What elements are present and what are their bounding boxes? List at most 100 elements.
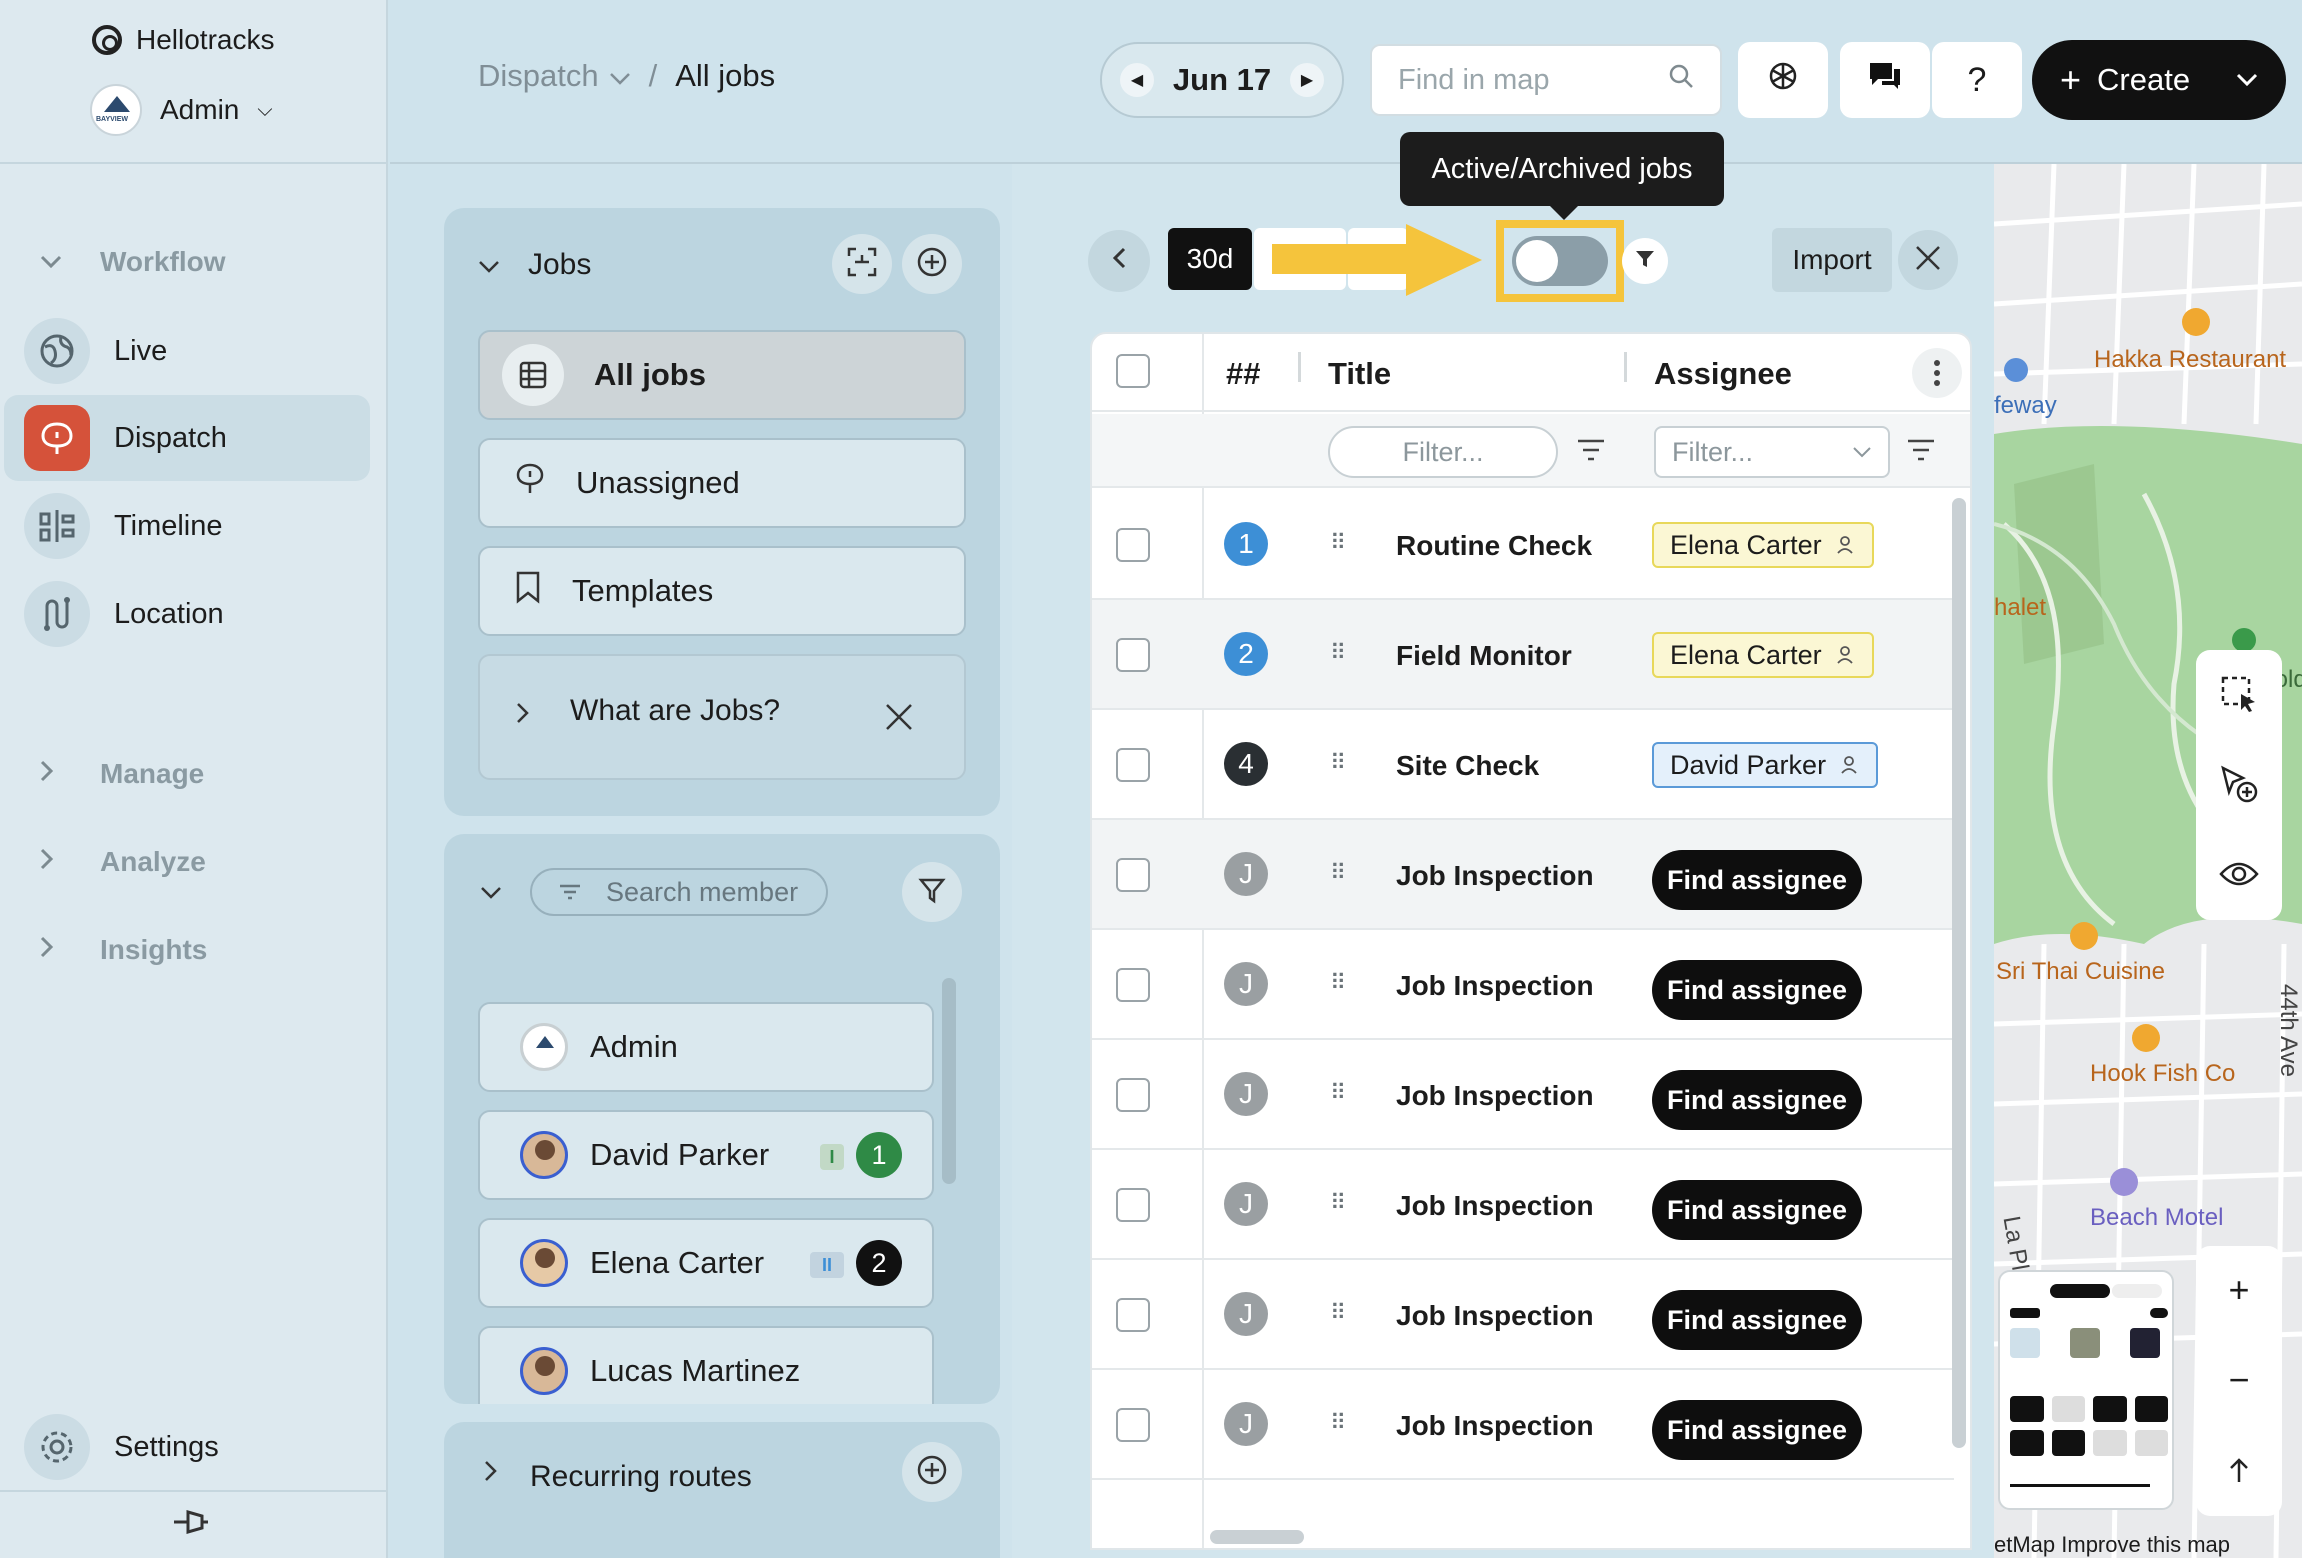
member-item[interactable]: Lucas Martinez (478, 1326, 934, 1404)
job-title[interactable]: Job Inspection (1396, 1410, 1594, 1442)
previous-day-button[interactable]: ◀ (1120, 63, 1154, 97)
map-search-input[interactable]: Find in map (1370, 44, 1722, 116)
layer-icon[interactable] (2051, 1430, 2085, 1456)
jobs-nav-templates[interactable]: Templates (478, 546, 966, 636)
drag-handle-icon[interactable]: ⠿ (1330, 1300, 1348, 1326)
jobs-nav-all[interactable]: All jobs (478, 330, 966, 420)
row-checkbox[interactable] (1116, 1408, 1150, 1442)
job-title[interactable]: Job Inspection (1396, 970, 1594, 1002)
member-filter-button[interactable] (902, 862, 962, 922)
row-checkbox[interactable] (1116, 1298, 1150, 1332)
drag-handle-icon[interactable]: ⠿ (1330, 970, 1348, 996)
drag-handle-icon[interactable]: ⠿ (1330, 1190, 1348, 1216)
select-all-checkbox[interactable] (1116, 354, 1150, 388)
scan-jobs-button[interactable] (832, 234, 892, 294)
job-title[interactable]: Site Check (1396, 750, 1539, 782)
filter-lines-icon[interactable] (1576, 438, 1606, 467)
row-checkbox[interactable] (1116, 1078, 1150, 1112)
column-header-title[interactable]: Title (1328, 356, 1391, 392)
layer-icon[interactable] (2051, 1396, 2085, 1422)
job-title[interactable]: Job Inspection (1396, 1190, 1594, 1222)
row-checkbox[interactable] (1116, 638, 1150, 672)
job-title[interactable]: Job Inspection (1396, 860, 1594, 892)
sidebar-item-timeline[interactable]: Timeline (4, 483, 370, 569)
map-attribution[interactable]: etMap Improve this map (1994, 1532, 2302, 1558)
add-place-button[interactable] (2196, 740, 2282, 828)
layer-toggle[interactable] (2150, 1308, 2168, 1318)
help-button[interactable]: ? (1932, 42, 2022, 118)
nav-group-manage[interactable]: Manage (40, 758, 204, 790)
layer-thumb[interactable] (2130, 1328, 2160, 1358)
nav-group-analyze[interactable]: Analyze (40, 846, 206, 878)
layer-thumb[interactable] (2070, 1328, 2100, 1358)
table-row[interactable]: J ⠿ Job Inspection Find assignee (1092, 1150, 1954, 1260)
what-are-jobs-card[interactable]: What are Jobs? (478, 654, 966, 780)
table-row[interactable]: J ⠿ Job Inspection Find assignee (1092, 1040, 1954, 1150)
assignee-filter-select[interactable]: Filter... (1654, 426, 1890, 478)
range-30d-button[interactable]: 30d (1168, 228, 1252, 290)
lasso-select-button[interactable] (2196, 650, 2282, 738)
drag-handle-icon[interactable]: ⠿ (1330, 1080, 1348, 1106)
zoom-in-button[interactable]: + (2196, 1246, 2282, 1334)
jobs-nav-unassigned[interactable]: Unassigned (478, 438, 966, 528)
row-checkbox[interactable] (1116, 748, 1150, 782)
table-row[interactable]: J ⠿ Job Inspection Find assignee (1092, 930, 1954, 1040)
layer-thumb[interactable] (2010, 1328, 2040, 1358)
title-filter-input[interactable]: Filter... (1328, 426, 1558, 478)
messages-button[interactable] (1840, 42, 1930, 118)
create-button[interactable]: + Create (2032, 40, 2286, 120)
drag-handle-icon[interactable]: ⠿ (1330, 530, 1348, 556)
layer-icon[interactable] (2093, 1430, 2127, 1456)
table-horizontal-scrollbar[interactable] (1210, 1530, 1304, 1544)
find-assignee-button[interactable]: Find assignee (1652, 1290, 1862, 1350)
drag-handle-icon[interactable]: ⠿ (1330, 640, 1348, 666)
current-date[interactable]: Jun 17 (1173, 62, 1271, 98)
find-assignee-button[interactable]: Find assignee (1652, 1180, 1862, 1240)
jobs-panel-header[interactable]: Jobs (478, 248, 591, 282)
chevron-down-icon[interactable] (2236, 67, 2258, 93)
layer-icon[interactable] (2134, 1396, 2168, 1422)
job-title[interactable]: Routine Check (1396, 530, 1592, 562)
job-title[interactable]: Job Inspection (1396, 1080, 1594, 1112)
job-title[interactable]: Field Monitor (1396, 640, 1572, 672)
layer-icon[interactable] (2010, 1396, 2044, 1422)
row-checkbox[interactable] (1116, 968, 1150, 1002)
find-assignee-button[interactable]: Find assignee (1652, 960, 1862, 1020)
add-job-button[interactable] (902, 234, 962, 294)
drag-handle-icon[interactable]: ⠿ (1330, 750, 1348, 776)
sidebar-item-dispatch[interactable]: Dispatch (4, 395, 370, 481)
member-item[interactable]: David Parker I 1 (478, 1110, 934, 1200)
table-row[interactable]: 2 ⠿ Field Monitor Elena Carter (1092, 600, 1954, 710)
sidebar-item-location[interactable]: Location (4, 571, 370, 657)
table-options-button[interactable] (1912, 348, 1962, 398)
chevron-down-icon[interactable] (478, 248, 500, 282)
layer-icon[interactable] (2010, 1430, 2044, 1456)
collapse-table-button[interactable] (1088, 230, 1150, 292)
table-row[interactable]: J ⠿ Job Inspection Find assignee (1092, 1370, 1954, 1480)
add-route-button[interactable] (902, 1442, 962, 1502)
import-button[interactable]: Import (1772, 228, 1892, 292)
member-search-input[interactable]: Search member (530, 868, 828, 916)
column-header-number[interactable]: ## (1226, 356, 1260, 392)
breadcrumb-parent[interactable]: Dispatch (478, 58, 599, 94)
account-switcher[interactable]: Admin ⌵ (90, 84, 273, 136)
layer-tab[interactable] (2050, 1284, 2110, 1298)
find-assignee-button[interactable]: Find assignee (1652, 1070, 1862, 1130)
drag-handle-icon[interactable]: ⠿ (1330, 1410, 1348, 1436)
row-checkbox[interactable] (1116, 858, 1150, 892)
assignee-tag[interactable]: Elena Carter (1652, 522, 1874, 568)
assignee-tag[interactable]: Elena Carter (1652, 632, 1874, 678)
close-icon[interactable] (884, 702, 914, 740)
reset-north-button[interactable] (2196, 1426, 2282, 1514)
find-assignee-button[interactable]: Find assignee (1652, 1400, 1862, 1460)
ai-assistant-button[interactable] (1738, 42, 1828, 118)
members-scrollbar[interactable] (942, 978, 956, 1184)
advanced-filter-button[interactable] (1622, 238, 1668, 284)
job-title[interactable]: Job Inspection (1396, 1300, 1594, 1332)
icon-size-slider[interactable] (2010, 1484, 2150, 1487)
chevron-right-icon[interactable] (484, 1460, 498, 1487)
layer-option[interactable] (2010, 1308, 2040, 1318)
row-checkbox[interactable] (1116, 528, 1150, 562)
pin-sidebar-icon[interactable] (170, 1506, 210, 1545)
member-item[interactable]: Elena Carter II 2 (478, 1218, 934, 1308)
